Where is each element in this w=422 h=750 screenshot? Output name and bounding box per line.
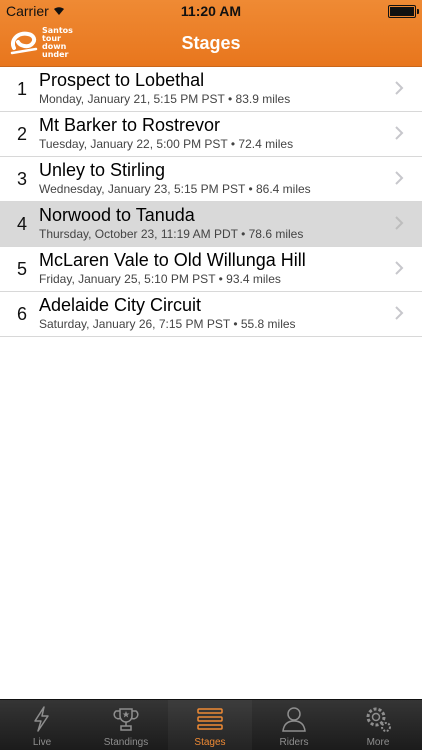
tab-riders[interactable]: Riders [252,700,336,750]
chevron-right-icon [395,261,404,275]
stage-title: Norwood to Tanuda [39,205,195,225]
stage-title: Adelaide City Circuit [39,295,202,315]
stage-number: 1 [16,79,27,99]
stage-row[interactable]: 6 Adelaide City Circuit Saturday, Januar… [0,292,422,337]
stage-number: 5 [16,259,27,279]
chevron-right-icon [395,306,404,320]
stage-subtitle: Saturday, January 26, 7:15 PM PST • 55.8… [39,317,296,331]
page-title: Stages [181,33,241,53]
stage-subtitle: Thursday, October 23, 11:19 AM PDT • 78.… [39,227,304,241]
tab-label: More [366,737,390,748]
stage-subtitle: Tuesday, January 22, 5:00 PM PST • 72.4 … [39,137,294,151]
status-time: 11:20 AM [180,3,242,19]
battery-icon [388,5,419,18]
stage-subtitle: Wednesday, January 23, 5:15 PM PST • 86.… [39,182,311,196]
chevron-right-icon [395,126,404,140]
tab-label: Stages [194,737,226,748]
chevron-right-icon [395,81,404,95]
stage-title: Prospect to Lobethal [39,70,205,90]
status-bar: Carrier 11:20 AM [0,0,422,22]
trophy-icon [113,708,139,731]
lightning-icon [34,706,49,732]
chevron-right-icon [395,216,404,230]
gear-icon [366,707,391,732]
stage-subtitle: Monday, January 21, 5:15 PM PST • 83.9 m… [39,92,291,106]
stage-number: 6 [16,304,27,324]
tab-stages[interactable]: Stages [168,700,252,750]
stage-row-selected[interactable]: 4 Norwood to Tanuda Thursday, October 23… [0,202,422,247]
stage-number: 4 [16,214,27,234]
stage-title: McLaren Vale to Old Willunga Hill [39,250,306,270]
tab-live[interactable]: Live [0,700,84,750]
tab-standings[interactable]: Standings [84,700,168,750]
list-icon [197,708,223,730]
header: Carrier 11:20 AM Santos tour down under … [0,0,422,67]
person-icon [282,707,306,732]
stage-row[interactable]: 5 McLaren Vale to Old Willunga Hill Frid… [0,247,422,292]
chevron-right-icon [395,171,404,185]
stage-number: 2 [16,124,27,144]
stage-row[interactable]: 1 Prospect to Lobethal Monday, January 2… [0,67,422,112]
tab-label: Live [32,737,52,748]
tab-more[interactable]: More [336,700,420,750]
tab-label: Standings [103,737,149,748]
stages-list: 1 Prospect to Lobethal Monday, January 2… [0,67,422,337]
navigation-bar: Santos tour down under Stages [0,22,422,66]
stage-row[interactable]: 3 Unley to Stirling Wednesday, January 2… [0,157,422,202]
stage-title: Mt Barker to Rostrevor [39,115,221,135]
tab-bar: Live Standings Stages Riders More [0,699,422,750]
stage-number: 3 [16,169,27,189]
tab-label: Riders [279,737,309,748]
stage-row[interactable]: 2 Mt Barker to Rostrevor Tuesday, Januar… [0,112,422,157]
stage-subtitle: Friday, January 25, 5:10 PM PST • 93.4 m… [39,272,281,286]
stage-title: Unley to Stirling [39,160,166,180]
